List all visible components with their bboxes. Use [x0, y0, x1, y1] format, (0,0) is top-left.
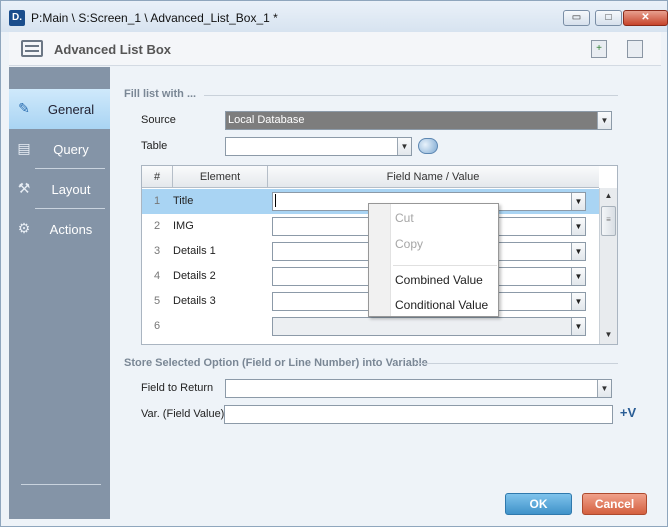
menu-item-copy: Copy — [395, 237, 424, 251]
header-element: Element — [199, 171, 241, 183]
maximize-button[interactable]: □ — [595, 10, 622, 26]
field-to-return-label: Field to Return — [141, 382, 214, 394]
list-box-icon — [21, 40, 43, 57]
chevron-down-icon: ▼ — [571, 318, 585, 335]
dialog-header: Advanced List Box + — [9, 32, 661, 66]
sidebar-item-query[interactable]: ▤ Query — [9, 129, 110, 169]
edit-icon: ✎ — [18, 100, 30, 116]
sidebar-item-general[interactable]: ✎ General — [9, 89, 110, 129]
close-button[interactable]: ✕ — [623, 10, 668, 26]
table-row[interactable]: 6 ▼ — [142, 314, 599, 339]
var-field-input[interactable] — [224, 405, 613, 424]
section-title-store: Store Selected Option (Field or Line Num… — [124, 357, 428, 369]
row-element: IMG — [173, 220, 194, 232]
add-variable-icon[interactable]: +V — [618, 405, 638, 423]
menu-gutter — [369, 204, 391, 316]
menu-item-cut: Cut — [395, 211, 414, 225]
row-element: Title — [173, 195, 194, 207]
chevron-down-icon[interactable]: ▼ — [597, 112, 611, 129]
header-title: Advanced List Box — [54, 42, 172, 57]
menu-item-conditional-value[interactable]: Conditional Value — [395, 298, 488, 312]
header-num: # — [153, 171, 161, 183]
chevron-down-icon[interactable]: ▼ — [571, 268, 585, 285]
app-icon: D. — [9, 10, 25, 26]
scroll-thumb[interactable]: ≡ — [601, 206, 616, 236]
grid-header: # Element Field Name / Value — [142, 166, 599, 188]
source-select[interactable]: Local Database ▼ — [225, 111, 612, 130]
chevron-down-icon[interactable]: ▼ — [397, 138, 411, 155]
section-title-fill: Fill list with ... — [124, 88, 197, 100]
field-value-select: ▼ — [272, 317, 586, 336]
actions-icon: ⚙ — [17, 220, 31, 236]
section-divider — [417, 363, 618, 364]
row-element: Details 2 — [173, 270, 216, 282]
chevron-down-icon[interactable]: ▼ — [571, 193, 585, 210]
row-element: Details 3 — [173, 295, 216, 307]
clipboard-icon[interactable] — [627, 40, 643, 58]
database-link-icon[interactable] — [418, 138, 438, 154]
row-number: 4 — [153, 270, 161, 282]
menu-item-combined-value[interactable]: Combined Value — [395, 273, 483, 287]
field-to-return-select[interactable]: ▼ — [225, 379, 612, 398]
header-field: Field Name / Value — [386, 171, 480, 183]
table-label: Table — [141, 140, 168, 152]
row-number: 3 — [153, 245, 161, 257]
add-page-icon[interactable]: + — [591, 40, 607, 58]
title-bar: D. P:Main \ S:Screen_1 \ Advanced_List_B… — [1, 1, 668, 32]
text-caret — [275, 194, 276, 207]
source-value: Local Database — [228, 114, 305, 126]
minimize-button[interactable]: ▭ — [563, 10, 590, 26]
window-title: P:Main \ S:Screen_1 \ Advanced_List_Box_… — [31, 11, 278, 25]
row-number: 2 — [153, 220, 161, 232]
chevron-down-icon[interactable]: ▼ — [597, 380, 611, 397]
sidebar-item-actions[interactable]: ⚙ Actions — [9, 209, 110, 249]
source-label: Source — [141, 114, 176, 126]
sidebar: ✎ General ▤ Query ⚒ Layout ⚙ Actions — [9, 67, 110, 519]
context-menu: Cut Copy Combined Value Conditional Valu… — [368, 203, 499, 317]
query-icon: ▤ — [17, 140, 31, 156]
ok-button[interactable]: OK — [505, 493, 572, 515]
dialog-window: D. P:Main \ S:Screen_1 \ Advanced_List_B… — [0, 0, 668, 527]
sidebar-bottom-divider — [21, 484, 101, 485]
cancel-button[interactable]: Cancel — [582, 493, 647, 515]
menu-separator — [393, 265, 497, 266]
chevron-down-icon[interactable]: ▼ — [571, 218, 585, 235]
var-label: Var. (Field Value) — [141, 408, 225, 420]
scroll-up-icon[interactable]: ▲ — [600, 188, 617, 204]
sidebar-item-label: Layout — [51, 182, 91, 197]
row-number: 1 — [153, 195, 161, 207]
row-element: Details 1 — [173, 245, 216, 257]
layout-icon: ⚒ — [17, 180, 31, 196]
chevron-down-icon[interactable]: ▼ — [571, 293, 585, 310]
table-select[interactable]: ▼ — [225, 137, 412, 156]
row-number: 5 — [153, 295, 161, 307]
sidebar-item-label: Query — [53, 142, 89, 157]
chevron-down-icon[interactable]: ▼ — [571, 243, 585, 260]
sidebar-item-label: Actions — [49, 222, 93, 237]
sidebar-item-layout[interactable]: ⚒ Layout — [9, 169, 110, 209]
sidebar-item-label: General — [47, 102, 95, 117]
section-divider — [204, 95, 618, 96]
grid-scrollbar[interactable]: ▲ ≡ ▼ — [599, 188, 617, 344]
row-number: 6 — [153, 320, 161, 332]
scroll-down-icon[interactable]: ▼ — [600, 327, 617, 343]
